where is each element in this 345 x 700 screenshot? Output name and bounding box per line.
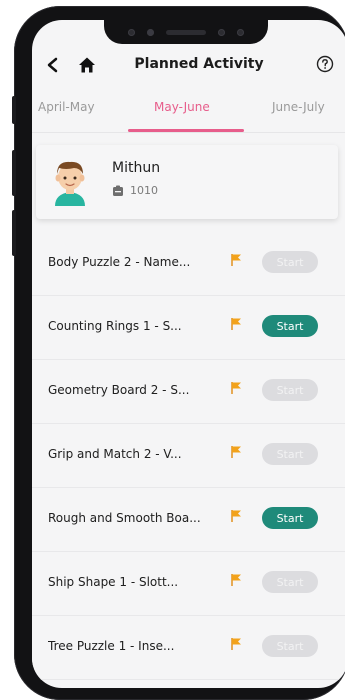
back-arrow-icon[interactable] — [42, 54, 64, 76]
tab-may-june[interactable]: May-June — [154, 100, 210, 114]
activity-title[interactable]: Geometry Board 2 - S... — [48, 383, 224, 397]
flag-icon — [231, 254, 241, 266]
sensor-icon — [128, 28, 135, 36]
activity-title[interactable]: Counting Rings 1 - S... — [48, 319, 224, 333]
page-title: Planned Activity — [134, 56, 264, 72]
flag-icon — [231, 510, 241, 522]
profile-id: 1010 — [130, 184, 158, 197]
start-button[interactable]: Start — [262, 443, 318, 465]
flag-icon — [231, 318, 241, 330]
activity-title[interactable]: Tree Puzzle 1 - Inse... — [48, 639, 224, 653]
active-tab-indicator — [128, 129, 244, 132]
start-button[interactable]: Start — [262, 315, 318, 337]
month-tabs: April-May May-June June-July — [32, 90, 345, 133]
start-button[interactable]: Start — [262, 379, 318, 401]
flag-icon — [231, 446, 241, 458]
app-screen: Planned Activity April-May May-June June… — [32, 20, 345, 688]
sensor-icon — [237, 28, 244, 36]
list-item: Ship Shape 1 - Slott... Start — [32, 552, 345, 616]
home-icon[interactable] — [76, 54, 98, 76]
app-header: Planned Activity — [32, 46, 345, 86]
id-badge-icon — [113, 185, 123, 196]
profile-card: Mithun 1010 — [36, 145, 338, 219]
activity-title[interactable]: Rough and Smooth Boa... — [48, 511, 224, 525]
volume-button-top — [12, 96, 16, 124]
flag-icon — [231, 574, 241, 586]
activity-title[interactable]: Ship Shape 1 - Slott... — [48, 575, 224, 589]
start-button[interactable]: Start — [262, 507, 318, 529]
start-button[interactable]: Start — [262, 251, 318, 273]
profile-id-row: 1010 — [112, 184, 158, 197]
volume-button-bottom — [12, 210, 16, 256]
volume-button-mid — [12, 150, 16, 196]
profile-name: Mithun — [112, 160, 161, 176]
list-item: Counting Rings 1 - S... Start — [32, 296, 345, 360]
flag-icon — [231, 382, 241, 394]
start-button[interactable]: Start — [262, 571, 318, 593]
camera-icon — [147, 28, 154, 36]
list-item: Geometry Board 2 - S... Start — [32, 360, 345, 424]
activity-list: Body Puzzle 2 - Name... Start Counting R… — [32, 232, 345, 680]
list-item: Rough and Smooth Boa... Start — [32, 488, 345, 552]
start-button[interactable]: Start — [262, 635, 318, 657]
phone-notch — [104, 20, 268, 44]
list-item: Body Puzzle 2 - Name... Start — [32, 232, 345, 296]
help-circle-icon[interactable] — [316, 55, 334, 73]
speaker-grille — [166, 29, 206, 35]
flag-icon — [231, 638, 241, 650]
tab-april-may[interactable]: April-May — [38, 100, 95, 114]
tab-june-july[interactable]: June-July — [272, 100, 325, 114]
sensor-icon — [218, 28, 225, 36]
list-item: Tree Puzzle 1 - Inse... Start — [32, 616, 345, 680]
list-item: Grip and Match 2 - V... Start — [32, 424, 345, 488]
activity-title[interactable]: Grip and Match 2 - V... — [48, 447, 224, 461]
avatar — [50, 158, 90, 206]
activity-title[interactable]: Body Puzzle 2 - Name... — [48, 255, 224, 269]
